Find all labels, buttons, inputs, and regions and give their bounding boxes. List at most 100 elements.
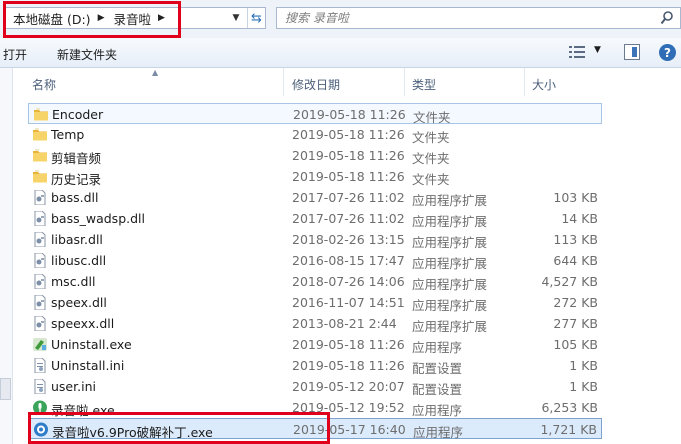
file-row[interactable]: bass.dll 2017-07-26 11:02 应用程序扩展 103 KB	[28, 187, 602, 208]
file-type: 文件夹	[412, 172, 450, 187]
file-modified: 2017-07-26 11:02	[292, 190, 405, 205]
file-row[interactable]: Uninstall.ini 2019-05-18 11:26 配置设置 1 KB	[28, 355, 602, 376]
dll-icon	[32, 315, 48, 332]
file-size: 105 KB	[553, 337, 598, 352]
folder-icon	[32, 148, 48, 163]
file-size: 1,721 KB	[540, 422, 597, 437]
help-icon[interactable]: ?	[659, 44, 676, 61]
column-header-modified[interactable]: 修改日期	[292, 76, 340, 93]
file-row[interactable]: speexx.dll 2013-08-21 2:44 应用程序扩展 277 KB	[28, 313, 602, 334]
file-type: 应用程序扩展	[412, 298, 488, 313]
file-type: 配置设置	[412, 382, 463, 397]
view-dropdown-icon[interactable]: ▼	[594, 45, 601, 55]
file-row[interactable]: libasr.dll 2018-02-26 13:15 应用程序扩展 113 KB	[28, 229, 602, 250]
file-row[interactable]: Uninstall.exe 2019-05-18 11:26 应用程序 105 KB	[28, 334, 602, 355]
file-modified: 2019-05-18 11:26	[292, 358, 405, 373]
file-type: 应用程序	[413, 425, 464, 440]
file-size: 113 KB	[553, 232, 598, 247]
file-name: libasr.dll	[51, 232, 103, 247]
highlight-box-address	[3, 1, 181, 38]
column-divider[interactable]	[283, 68, 284, 96]
file-type: 应用程序扩展	[412, 235, 488, 250]
search-icon[interactable]	[660, 10, 674, 26]
file-row[interactable]: Temp 2019-05-18 11:26 文件夹	[28, 124, 602, 145]
file-size: 644 KB	[553, 253, 598, 268]
file-row[interactable]: libusc.dll 2016-08-15 17:47 应用程序扩展 644 KB	[28, 250, 602, 271]
file-type: 文件夹	[412, 151, 450, 166]
search-input[interactable]	[285, 10, 645, 26]
file-row[interactable]: speex.dll 2016-11-07 14:51 应用程序扩展 272 KB	[28, 292, 602, 313]
file-size: 277 KB	[553, 316, 598, 331]
navigation-pane	[0, 68, 13, 444]
file-type: 应用程序	[412, 403, 463, 418]
file-name: Temp	[51, 127, 85, 142]
file-name: 剪辑音频	[51, 151, 102, 166]
navigation-scrollbar[interactable]	[0, 378, 11, 400]
file-modified: 2018-07-26 14:06	[292, 274, 405, 289]
file-modified: 2019-05-18 11:26	[292, 127, 405, 142]
file-type: 应用程序扩展	[412, 256, 488, 271]
column-header-row: ▲ 名称 修改日期 类型 大小	[13, 68, 681, 96]
file-name: bass.dll	[51, 190, 99, 205]
file-name: speexx.dll	[51, 316, 115, 331]
new-folder-button[interactable]: 新建文件夹	[57, 46, 117, 63]
column-header-size[interactable]: 大小	[532, 76, 556, 93]
preview-pane-icon[interactable]	[624, 44, 640, 60]
file-modified: 2016-11-07 14:51	[292, 295, 405, 310]
file-modified: 2019-05-12 20:07	[292, 379, 405, 394]
column-header-type[interactable]: 类型	[412, 76, 436, 93]
file-name: msc.dll	[51, 274, 96, 289]
file-row[interactable]: msc.dll 2018-07-26 14:06 应用程序扩展 4,527 KB	[28, 271, 602, 292]
file-size: 1 KB	[569, 358, 598, 373]
file-row[interactable]: Encoder 2019-05-18 11:26 文件夹	[28, 103, 602, 125]
file-row[interactable]: bass_wadsp.dll 2017-07-26 11:02 应用程序扩展 14 K…	[28, 208, 602, 229]
search-box[interactable]	[276, 7, 681, 29]
file-name: Uninstall.exe	[51, 337, 132, 352]
file-size: 272 KB	[553, 295, 598, 310]
refresh-icon[interactable]: ⇆	[247, 8, 265, 28]
folder-icon	[32, 127, 48, 142]
file-row[interactable]: 剪辑音频 2019-05-18 11:26 文件夹	[28, 145, 602, 166]
toolbar: 打开 新建文件夹 ▼ ?	[0, 38, 681, 68]
column-divider[interactable]	[524, 68, 525, 96]
address-bar-row: 本地磁盘 (D:) ▶ 录音啦 ▶ ▼ ⇆	[0, 0, 681, 38]
folder-icon	[32, 169, 48, 184]
dll-icon	[32, 189, 48, 206]
file-size: 14 KB	[561, 211, 598, 226]
file-name: Encoder	[52, 107, 104, 122]
dll-icon	[32, 210, 48, 227]
file-modified: 2019-05-18 11:26	[292, 169, 405, 184]
folder-icon	[33, 107, 49, 122]
file-type: 文件夹	[412, 130, 450, 145]
file-modified: 2017-07-26 11:02	[292, 211, 405, 226]
file-modified: 2019-05-18 11:26	[292, 148, 405, 163]
file-list: Encoder 2019-05-18 11:26 文件夹 Temp 2019-05-18…	[13, 100, 681, 444]
file-type: 配置设置	[412, 361, 463, 376]
address-history-dropdown-icon[interactable]: ▼	[227, 8, 245, 28]
uninstall-exe-icon	[32, 337, 48, 352]
file-size: 103 KB	[553, 190, 598, 205]
file-name: libusc.dll	[51, 253, 107, 268]
column-header-name[interactable]: 名称	[32, 76, 56, 93]
file-name: 历史记录	[51, 172, 102, 187]
ini-icon	[32, 357, 48, 374]
file-name: speex.dll	[51, 295, 107, 310]
file-size: 6,253 KB	[541, 400, 598, 415]
dll-icon	[32, 252, 48, 269]
file-size: 4,527 KB	[541, 274, 598, 289]
file-modified: 2016-08-15 17:47	[292, 253, 405, 268]
file-type: 应用程序	[412, 340, 463, 355]
file-row[interactable]: user.ini 2019-05-12 20:07 配置设置 1 KB	[28, 376, 602, 397]
file-modified: 2019-05-18 11:26	[293, 107, 406, 122]
dll-icon	[32, 294, 48, 311]
file-type: 应用程序扩展	[412, 214, 488, 229]
file-type: 应用程序扩展	[412, 319, 488, 334]
dll-icon	[32, 231, 48, 248]
view-list-icon[interactable]	[569, 45, 585, 59]
open-button[interactable]: 打开	[3, 46, 27, 63]
file-modified: 2013-08-21 2:44	[292, 316, 397, 331]
file-type: 应用程序扩展	[412, 277, 488, 292]
column-divider[interactable]	[404, 68, 405, 96]
file-row[interactable]: 历史记录 2019-05-18 11:26 文件夹	[28, 166, 602, 187]
file-modified: 2019-05-18 11:26	[292, 337, 405, 352]
